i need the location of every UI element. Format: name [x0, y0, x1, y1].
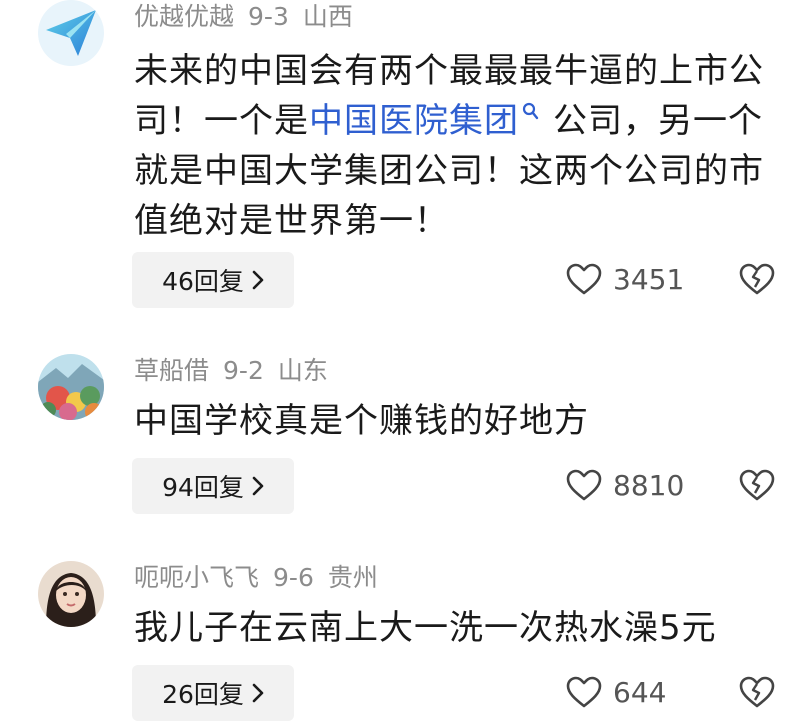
comment-text: 中国学校真是个赚钱的好地方	[134, 401, 589, 441]
comment-text: 我儿子在云南上大一洗一次热水澡5元	[134, 608, 717, 648]
comment-text: 未来的中国会有两个最最最牛逼的上市公司！一个是中国医院集团 公司，另一个就是中国大…	[134, 46, 774, 246]
search-link[interactable]: 中国医院集团	[309, 101, 519, 141]
comment-meta: 呃呃小飞飞 9-6 贵州	[134, 563, 392, 593]
reply-button[interactable]: 26回复	[132, 665, 294, 721]
paper-plane-icon	[38, 0, 104, 66]
comment-meta: 草船借 9-2 山东	[134, 356, 342, 386]
portrait-icon	[38, 561, 104, 627]
heart-icon	[566, 469, 602, 501]
chevron-right-icon	[252, 270, 264, 290]
dislike-broken-heart-icon[interactable]	[738, 262, 776, 296]
avatar[interactable]	[38, 0, 104, 66]
avatar[interactable]	[38, 561, 104, 627]
landscape-painting-icon	[38, 354, 104, 420]
username[interactable]: 优越优越	[134, 2, 234, 31]
comment-date: 9-2	[223, 356, 264, 385]
like-count: 644	[613, 675, 667, 709]
comment-location: 山东	[277, 356, 328, 385]
comment-date: 9-6	[273, 563, 314, 592]
reply-button[interactable]: 94回复	[132, 458, 294, 514]
comment-location: 贵州	[327, 563, 378, 592]
dislike-broken-heart-icon[interactable]	[738, 675, 776, 709]
reply-count-label: 94回复	[162, 473, 244, 502]
comment-date: 9-3	[248, 2, 289, 31]
avatar[interactable]	[38, 354, 104, 420]
reply-count-label: 26回复	[162, 680, 244, 709]
like-count: 3451	[613, 262, 685, 296]
chevron-right-icon	[252, 683, 264, 703]
like-count: 8810	[613, 468, 685, 502]
like-button[interactable]: 644	[565, 675, 666, 709]
comment-location: 山西	[302, 2, 353, 31]
comment-meta: 优越优越 9-3 山西	[134, 2, 367, 32]
like-button[interactable]: 8810	[565, 468, 684, 502]
reply-count-label: 46回复	[162, 267, 244, 296]
like-button[interactable]: 3451	[565, 262, 684, 296]
username[interactable]: 草船借	[134, 356, 209, 385]
username[interactable]: 呃呃小飞飞	[134, 563, 259, 592]
dislike-broken-heart-icon[interactable]	[738, 468, 776, 502]
heart-icon	[566, 676, 602, 708]
search-icon[interactable]	[521, 102, 539, 124]
reply-button[interactable]: 46回复	[132, 252, 294, 308]
chevron-right-icon	[252, 476, 264, 496]
heart-icon	[566, 263, 602, 295]
